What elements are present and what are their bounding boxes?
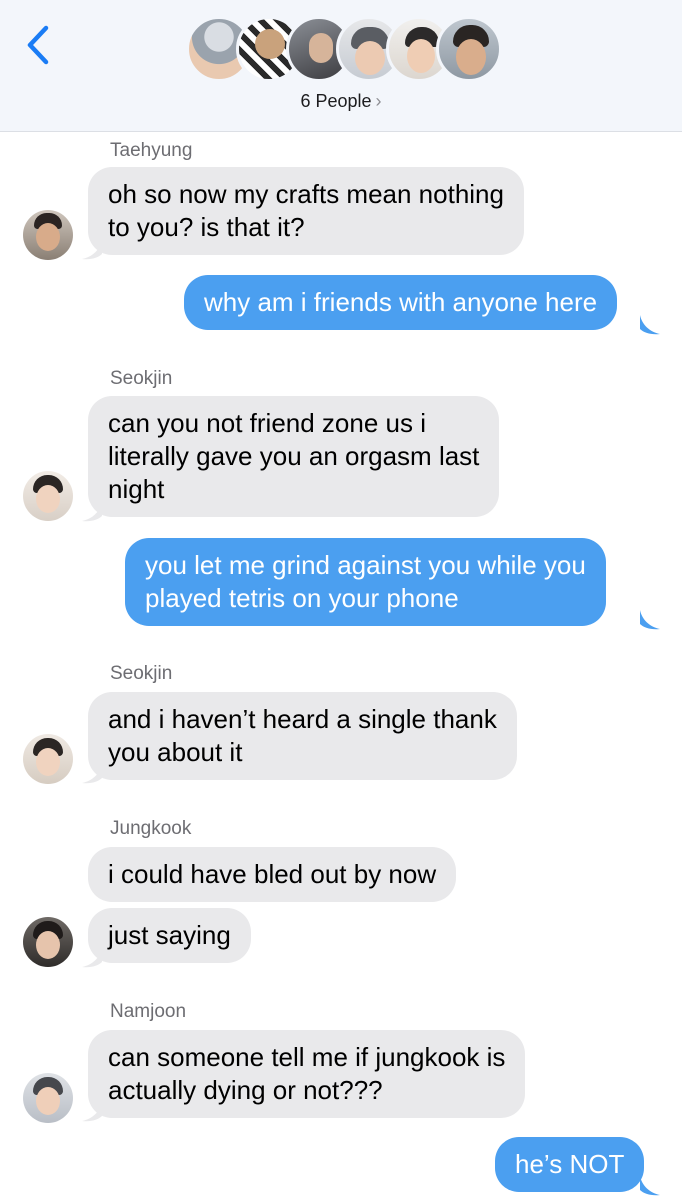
avatar — [23, 734, 73, 784]
conversation-header: 6 People › — [0, 0, 682, 132]
sender-name: Taehyung — [110, 140, 193, 161]
message-bubble[interactable]: you let me grind against you while you p… — [125, 538, 606, 626]
group-avatars[interactable] — [186, 16, 502, 86]
sender-name: Jungkook — [110, 818, 192, 839]
avatar — [23, 210, 73, 260]
message-bubble[interactable]: just saying — [88, 908, 251, 963]
message-bubble[interactable]: oh so now my crafts mean nothing to you?… — [88, 167, 524, 255]
message-bubble[interactable]: i could have bled out by now — [88, 847, 457, 902]
bubble-tail — [640, 610, 660, 630]
back-button[interactable] — [22, 22, 56, 68]
message-bubble[interactable]: can someone tell me if jungkook is actua… — [88, 1030, 526, 1118]
sender-name: Seokjin — [110, 368, 173, 389]
message-bubble[interactable]: why am i friends with anyone here — [184, 275, 618, 330]
message-bubble[interactable]: and i haven’t heard a single thank you a… — [88, 692, 517, 780]
sender-name: Namjoon — [110, 1001, 187, 1022]
chevron-left-icon — [27, 25, 49, 65]
group-info-link[interactable]: 6 People › — [0, 91, 682, 112]
message-bubble[interactable]: can you not friend zone us i literally g… — [88, 396, 500, 517]
message-bubble[interactable]: he’s NOT — [495, 1137, 645, 1192]
avatar — [23, 471, 73, 521]
bubble-tail — [640, 1176, 660, 1196]
avatar — [23, 917, 73, 967]
chevron-right-icon: › — [375, 91, 382, 111]
people-count-label: 6 People — [300, 91, 372, 111]
sender-name: Seokjin — [110, 663, 173, 684]
bubble-tail — [640, 315, 660, 335]
avatar — [436, 16, 502, 82]
avatar — [23, 1073, 73, 1123]
